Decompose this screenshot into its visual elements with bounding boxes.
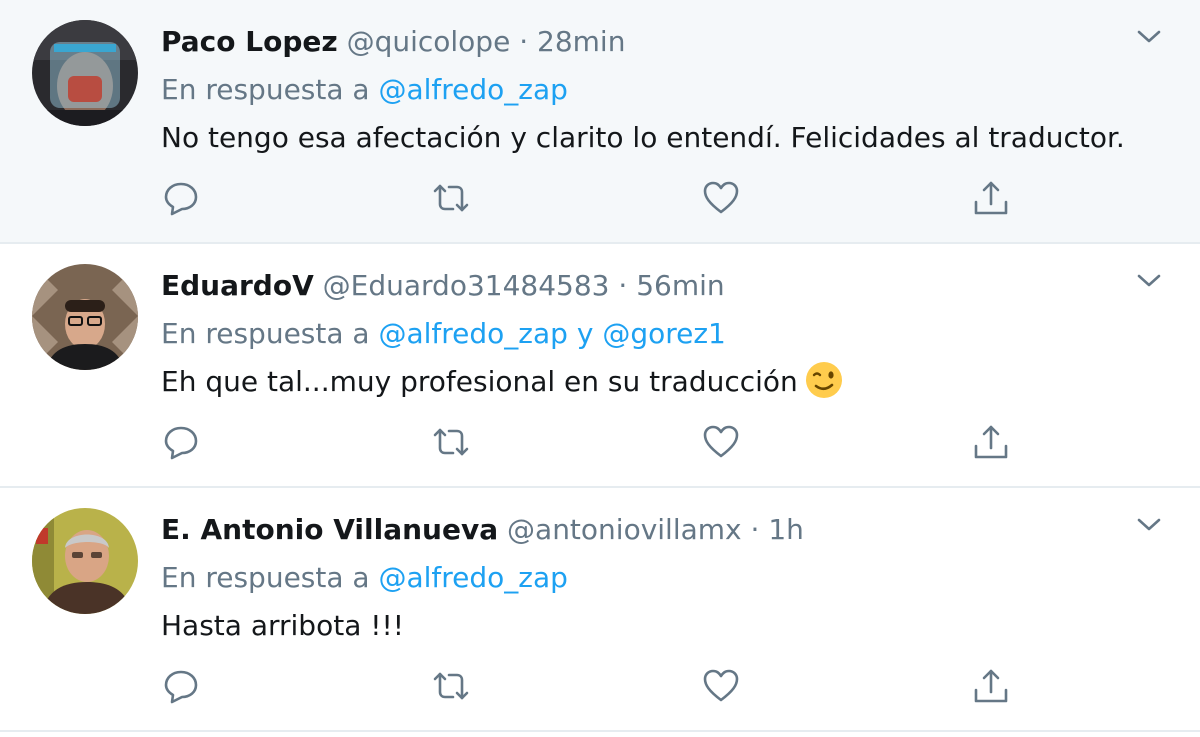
- mention-connector: y: [567, 317, 603, 350]
- chevron-down-icon[interactable]: [1134, 510, 1164, 540]
- chevron-down-icon[interactable]: [1134, 266, 1164, 296]
- share-icon[interactable]: [971, 178, 1011, 218]
- reply-context: En respuesta a @alfredo_zap y @gorez1: [161, 314, 726, 354]
- display-name[interactable]: EduardoV: [161, 269, 314, 302]
- timestamp[interactable]: · 56min: [618, 269, 724, 302]
- mention-link[interactable]: @alfredo_zap: [378, 73, 567, 106]
- chevron-down-icon[interactable]: [1134, 22, 1164, 52]
- avatar[interactable]: [32, 20, 138, 126]
- retweet-icon[interactable]: [431, 666, 471, 706]
- retweet-icon[interactable]: [431, 178, 471, 218]
- reply-context: En respuesta a @alfredo_zap: [161, 70, 568, 110]
- retweet-icon[interactable]: [431, 422, 471, 462]
- tweet[interactable]: Paco Lopez @quicolope · 28min En respues…: [0, 0, 1200, 244]
- like-icon[interactable]: [701, 666, 741, 706]
- tweet-header: Paco Lopez @quicolope · 28min: [161, 22, 625, 62]
- share-icon[interactable]: [971, 666, 1011, 706]
- tweet-text-content: Eh que tal...muy profesional en su tradu…: [161, 365, 798, 398]
- avatar[interactable]: [32, 508, 138, 614]
- tweet-text: No tengo esa afectación y clarito lo ent…: [161, 121, 1125, 154]
- reply-prefix: En respuesta a: [161, 561, 379, 594]
- tweet-text: Eh que tal...muy profesional en su tradu…: [161, 362, 844, 403]
- mention-link[interactable]: @gorez1: [602, 317, 726, 350]
- mention-link[interactable]: @alfredo_zap: [378, 561, 567, 594]
- user-handle[interactable]: @quicolope: [347, 25, 511, 58]
- timestamp[interactable]: · 1h: [751, 513, 804, 546]
- reply-icon[interactable]: [161, 422, 201, 462]
- tweet[interactable]: E. Antonio Villanueva @antoniovillamx · …: [0, 488, 1200, 732]
- tweet-header: EduardoV @Eduardo31484583 · 56min: [161, 266, 725, 306]
- mention-link[interactable]: @alfredo_zap: [378, 317, 567, 350]
- reply-context: En respuesta a @alfredo_zap: [161, 558, 568, 598]
- winking-face-icon: [804, 360, 844, 400]
- tweet-actions: [161, 666, 1021, 710]
- reply-icon[interactable]: [161, 178, 201, 218]
- reply-prefix: En respuesta a: [161, 317, 379, 350]
- tweet-header: E. Antonio Villanueva @antoniovillamx · …: [161, 510, 804, 550]
- display-name[interactable]: Paco Lopez: [161, 25, 338, 58]
- reply-icon[interactable]: [161, 666, 201, 706]
- tweet-actions: [161, 178, 1021, 222]
- tweet-actions: [161, 422, 1021, 466]
- like-icon[interactable]: [701, 422, 741, 462]
- tweet[interactable]: EduardoV @Eduardo31484583 · 56min En res…: [0, 244, 1200, 488]
- avatar[interactable]: [32, 264, 138, 370]
- user-handle[interactable]: @antoniovillamx: [507, 513, 742, 546]
- like-icon[interactable]: [701, 178, 741, 218]
- share-icon[interactable]: [971, 422, 1011, 462]
- tweet-text: Hasta arribota !!!: [161, 609, 404, 642]
- user-handle[interactable]: @Eduardo31484583: [323, 269, 610, 302]
- timestamp[interactable]: · 28min: [519, 25, 625, 58]
- display-name[interactable]: E. Antonio Villanueva: [161, 513, 498, 546]
- reply-prefix: En respuesta a: [161, 73, 379, 106]
